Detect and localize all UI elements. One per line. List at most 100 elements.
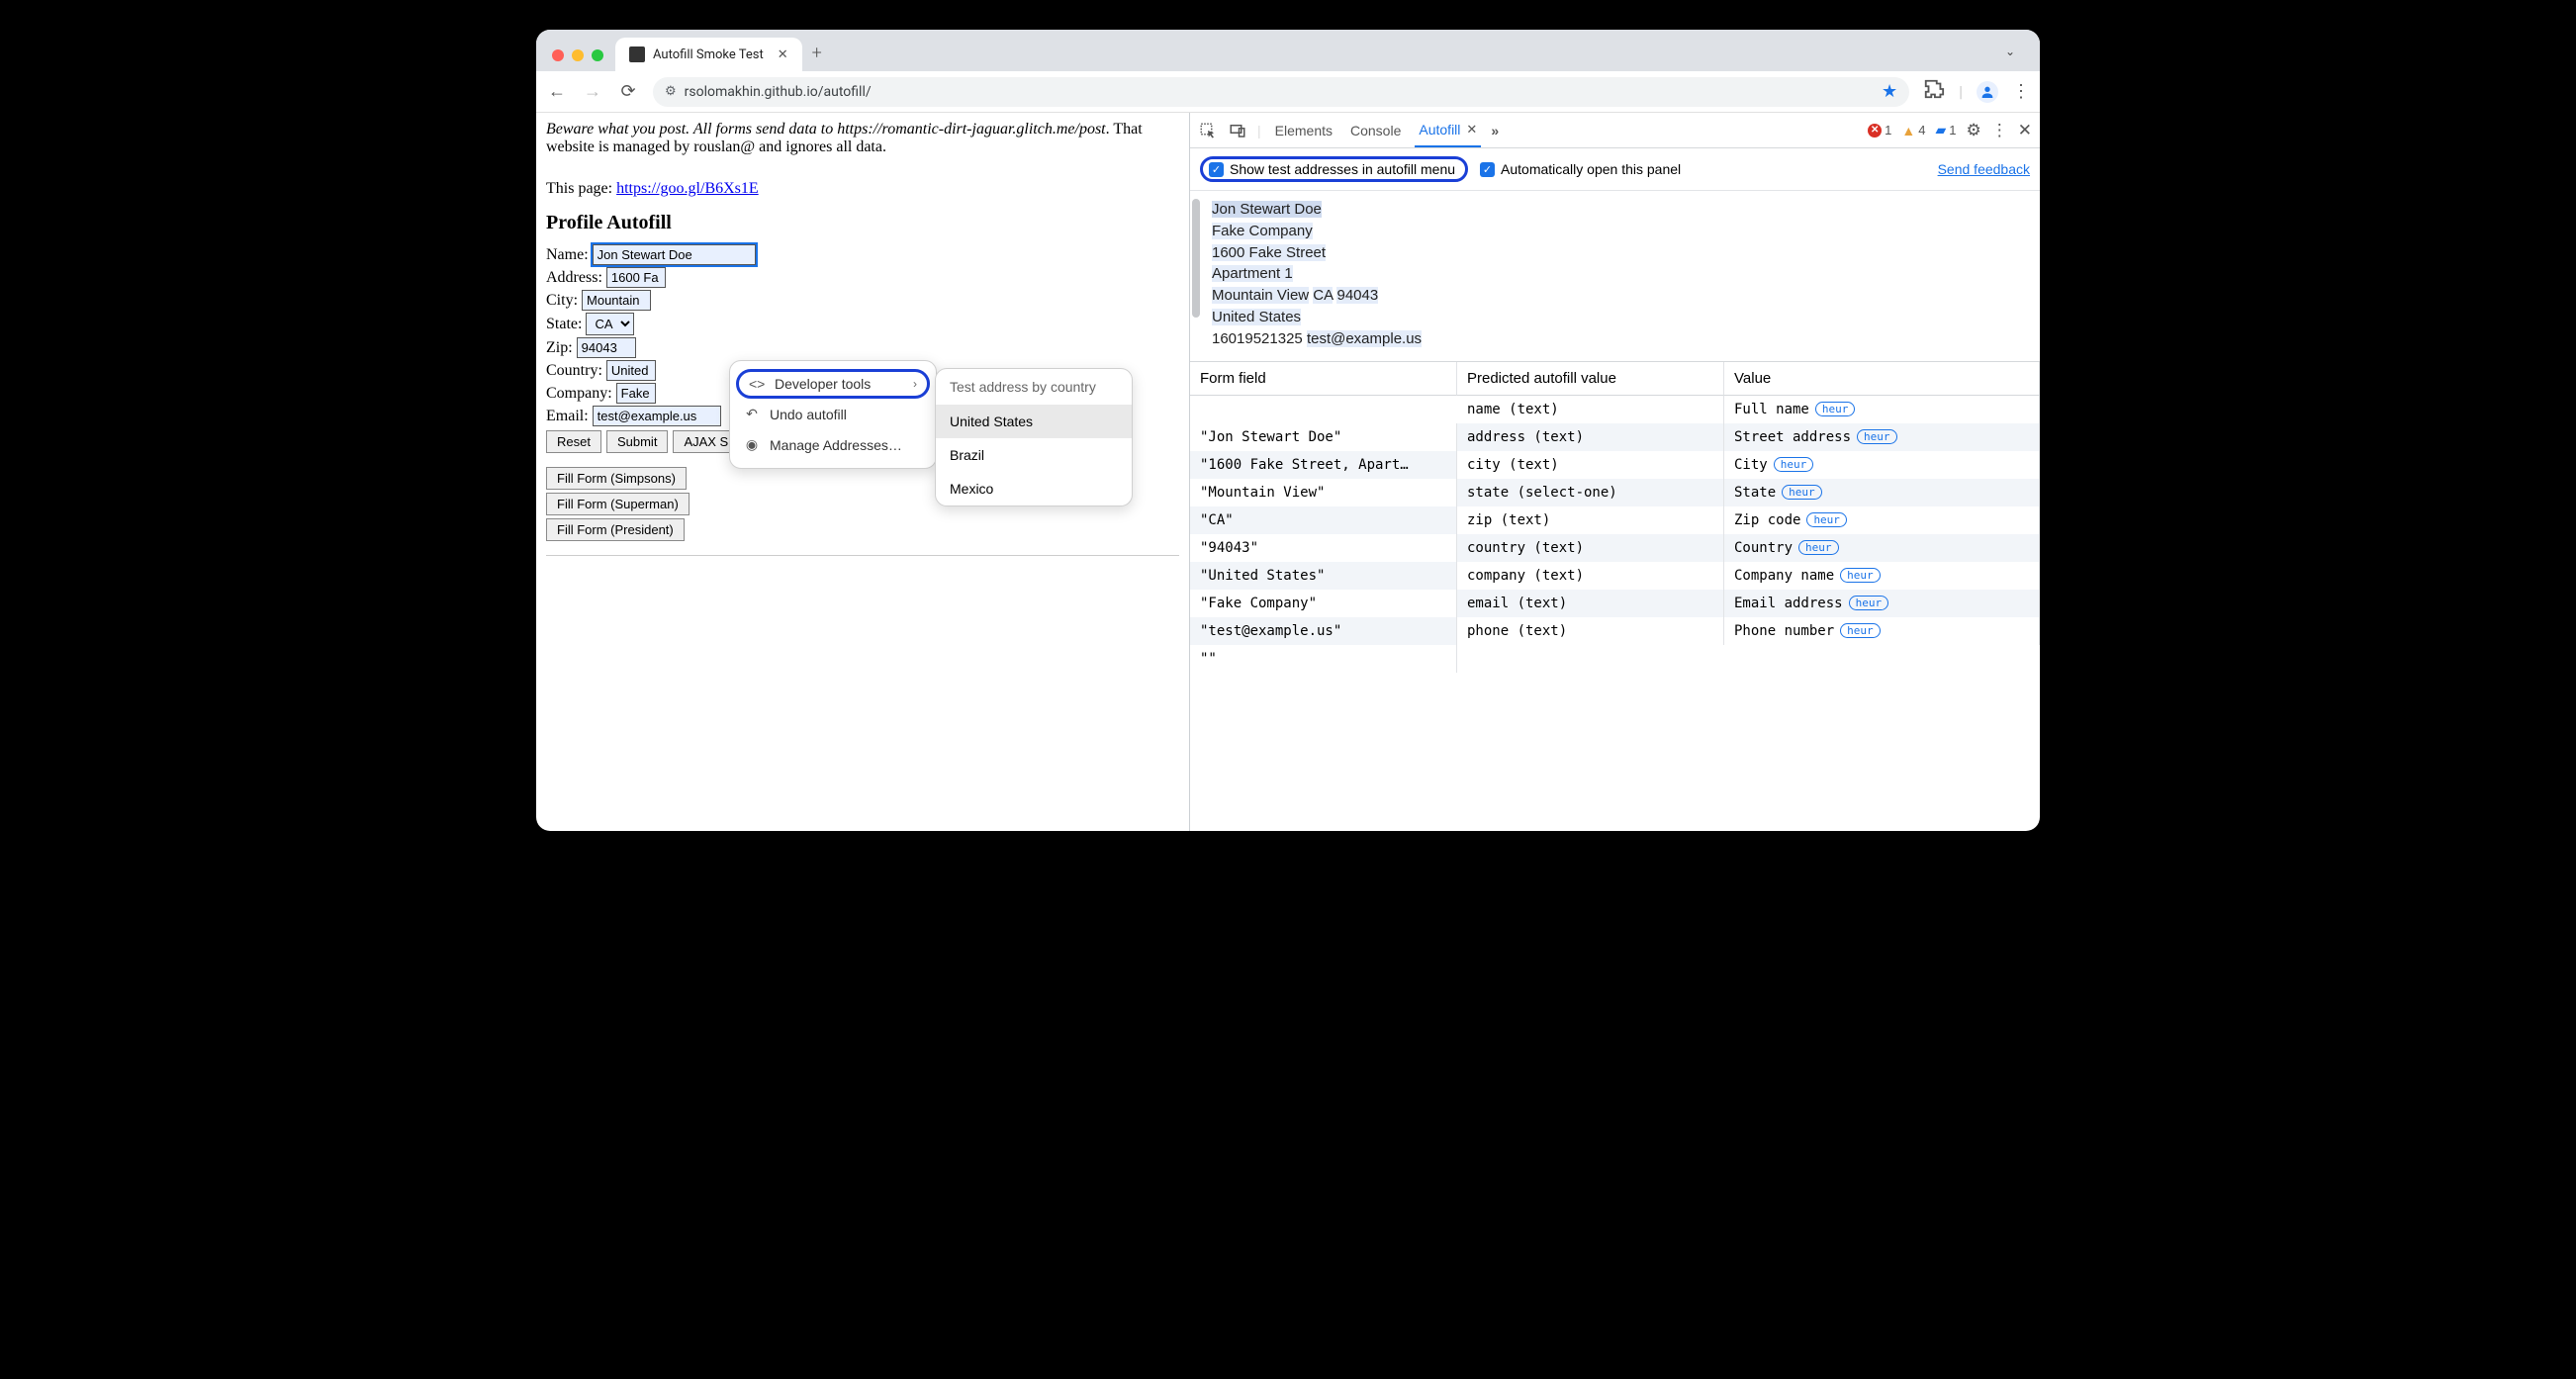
cell-predicted: Phone numberheur	[1724, 617, 2040, 645]
addr-company: Fake Company	[1212, 223, 1313, 239]
checkbox-checked-icon[interactable]: ✓	[1480, 162, 1495, 177]
cell-predicted: Email addressheur	[1724, 590, 2040, 617]
city-input[interactable]	[582, 290, 651, 311]
forward-button: →	[582, 81, 603, 102]
address-label: Address:	[546, 269, 602, 287]
addr-city: Mountain View	[1212, 287, 1309, 304]
tab-title: Autofill Smoke Test	[653, 47, 764, 62]
cell-value: "Fake Company"	[1190, 590, 1457, 617]
heur-badge: heur	[1806, 512, 1847, 527]
close-tab-icon[interactable]: ✕	[778, 46, 788, 62]
settings-icon[interactable]: ⚙	[1967, 121, 1981, 140]
device-toggle-icon[interactable]	[1228, 121, 1247, 140]
close-window-icon[interactable]	[552, 49, 564, 61]
minimize-window-icon[interactable]	[572, 49, 584, 61]
tab-elements[interactable]: Elements	[1271, 115, 1336, 146]
tab-console[interactable]: Console	[1346, 115, 1405, 146]
country-option-us[interactable]: United States	[936, 405, 1132, 438]
state-label: State:	[546, 316, 582, 333]
name-label: Name:	[546, 246, 589, 264]
auto-open-label: Automatically open this panel	[1501, 161, 1681, 177]
more-tabs-icon[interactable]: »	[1491, 123, 1498, 138]
browser-menu-button[interactable]: ⋮	[2012, 81, 2030, 102]
country-option-mexico[interactable]: Mexico	[936, 472, 1132, 506]
cell-predicted: Full nameheur	[1724, 396, 2040, 423]
thispage-link[interactable]: https://goo.gl/B6Xs1E	[616, 180, 759, 197]
country-option-brazil[interactable]: Brazil	[936, 438, 1132, 472]
autofill-context-menu: <> Developer tools › ↶ Undo autofill ◉ M…	[729, 360, 1133, 506]
show-test-label: Show test addresses in autofill menu	[1230, 161, 1455, 177]
heur-badge: heur	[1815, 402, 1856, 416]
cell-value: "test@example.us"	[1190, 617, 1457, 645]
address-input[interactable]	[606, 267, 666, 288]
addr-street: 1600 Fake Street	[1212, 244, 1326, 261]
submenu-title: Test address by country	[936, 369, 1132, 405]
company-label: Company:	[546, 385, 612, 403]
warning-prefix: Beware what you post. All forms send dat…	[546, 121, 1106, 138]
ctx-developer-tools[interactable]: <> Developer tools ›	[736, 369, 930, 399]
addr-phone: 16019521325	[1212, 330, 1303, 347]
email-input[interactable]	[593, 406, 721, 426]
fill-superman-button[interactable]: Fill Form (Superman)	[546, 493, 690, 515]
undo-icon: ↶	[744, 406, 760, 422]
devtools-panel: | Elements Console Autofill✕ » ✕1 ▲4 ▰1 …	[1189, 113, 2040, 831]
company-input[interactable]	[616, 383, 656, 404]
send-feedback-link[interactable]: Send feedback	[1938, 161, 2030, 177]
country-input[interactable]	[606, 360, 656, 381]
ctx-manage-label: Manage Addresses…	[770, 437, 902, 453]
info-count[interactable]: ▰1	[1935, 122, 1956, 138]
heur-badge: heur	[1849, 596, 1889, 610]
cell-field: phone (text)	[1457, 617, 1724, 645]
zip-input[interactable]	[577, 337, 636, 358]
heur-badge: heur	[1798, 540, 1839, 555]
favicon-icon	[629, 46, 645, 62]
reset-button[interactable]: Reset	[546, 430, 601, 453]
maximize-window-icon[interactable]	[592, 49, 603, 61]
close-devtools-icon[interactable]: ✕	[2018, 121, 2032, 140]
browser-tab[interactable]: Autofill Smoke Test ✕	[615, 38, 802, 71]
devtools-menu-icon[interactable]: ⋮	[1991, 121, 2008, 140]
submit-button[interactable]: Submit	[606, 430, 668, 453]
name-input[interactable]	[593, 244, 756, 265]
checkbox-checked-icon[interactable]: ✓	[1209, 162, 1224, 177]
heur-badge: heur	[1774, 457, 1814, 472]
new-tab-button[interactable]: +	[812, 43, 822, 63]
scrollbar[interactable]	[1190, 195, 1202, 831]
state-select[interactable]: CA	[586, 313, 634, 335]
show-test-addresses-option[interactable]: ✓ Show test addresses in autofill menu	[1200, 156, 1468, 182]
page-content: Beware what you post. All forms send dat…	[536, 113, 1189, 831]
inspect-icon[interactable]	[1198, 121, 1218, 140]
tab-overflow-button[interactable]: ⌄	[1998, 40, 2022, 63]
address-preview: Jon Stewart Doe Fake Company 1600 Fake S…	[1190, 191, 2040, 362]
site-controls-icon[interactable]: ⚙	[665, 84, 677, 99]
window-controls	[552, 49, 603, 61]
ctx-undo-autofill[interactable]: ↶ Undo autofill	[730, 399, 936, 429]
auto-open-option[interactable]: ✓ Automatically open this panel	[1480, 161, 1681, 177]
back-button[interactable]: ←	[546, 81, 568, 102]
cell-predicted: Cityheur	[1724, 451, 2040, 479]
city-label: City:	[546, 292, 578, 310]
fill-president-button[interactable]: Fill Form (President)	[546, 518, 685, 541]
ctx-manage-addresses[interactable]: ◉ Manage Addresses…	[730, 429, 936, 460]
close-panel-icon[interactable]: ✕	[1466, 122, 1477, 138]
tab-strip: Autofill Smoke Test ✕ + ⌄	[536, 30, 2040, 71]
addr-state: CA	[1313, 287, 1333, 304]
warning-count[interactable]: ▲4	[1901, 123, 1925, 138]
cell-field: city (text)	[1457, 451, 1724, 479]
error-count[interactable]: ✕1	[1868, 123, 1891, 138]
col-value: Value	[1724, 362, 2040, 396]
bookmark-star-icon[interactable]: ★	[1882, 81, 1897, 102]
ctx-undo-label: Undo autofill	[770, 407, 847, 422]
profile-button[interactable]	[1977, 81, 1998, 103]
cell-field: state (select-one)	[1457, 479, 1724, 506]
extensions-icon[interactable]	[1923, 78, 1945, 105]
fill-simpsons-button[interactable]: Fill Form (Simpsons)	[546, 467, 687, 490]
addr-email: test@example.us	[1307, 330, 1422, 347]
chrome-icon: ◉	[744, 436, 760, 453]
heur-badge: heur	[1782, 485, 1822, 500]
reload-button[interactable]: ⟳	[617, 81, 639, 102]
email-label: Email:	[546, 408, 589, 425]
ctx-devtools-label: Developer tools	[775, 376, 871, 392]
address-bar[interactable]: ⚙ rsolomakhin.github.io/autofill/ ★	[653, 77, 1909, 107]
tab-autofill[interactable]: Autofill✕	[1415, 114, 1481, 147]
